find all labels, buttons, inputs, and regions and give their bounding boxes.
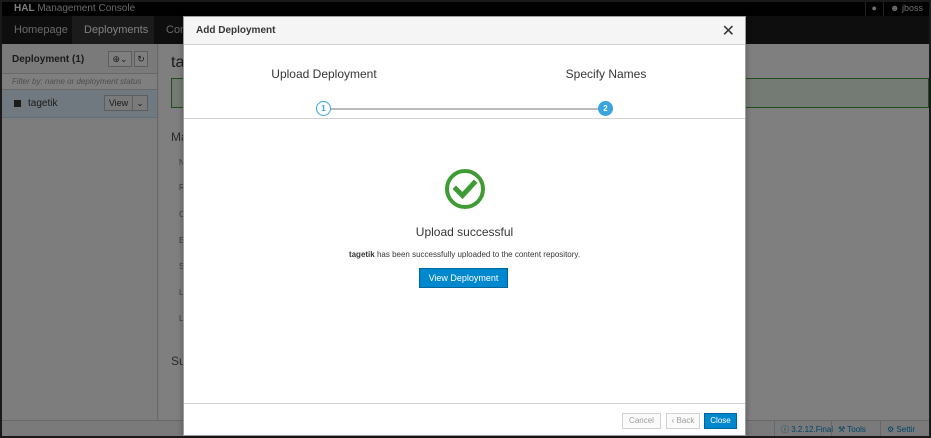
success-message-text: has been successfully uploaded to the co… [374,250,581,259]
close-button[interactable]: Close [704,413,737,429]
step-connector [324,108,604,110]
view-deployment-button[interactable]: View Deployment [419,268,508,288]
modal-header: Add Deployment ✕ [184,17,745,45]
add-deployment-dialog: Add Deployment ✕ Upload Deployment Speci… [183,16,746,436]
back-button[interactable]: ‹ Back [666,413,700,429]
close-icon[interactable]: ✕ [722,21,735,41]
success-title: Upload successful [415,225,514,239]
wizard-steps: Upload Deployment Specify Names 1 2 [184,45,745,119]
modal-footer: Cancel ‹ Back Close [184,403,745,437]
check-circle-icon [445,169,485,209]
deployment-name: tagetik [348,250,375,259]
step-names-label: Specify Names [565,67,647,81]
step-1-indicator[interactable]: 1 [316,101,331,116]
modal-title: Add Deployment [196,25,276,36]
cancel-button[interactable]: Cancel [622,413,661,429]
step-2-indicator: 2 [598,101,613,116]
success-message: tagetik has been successfully uploaded t… [184,250,745,259]
step-upload-label: Upload Deployment [271,67,377,81]
